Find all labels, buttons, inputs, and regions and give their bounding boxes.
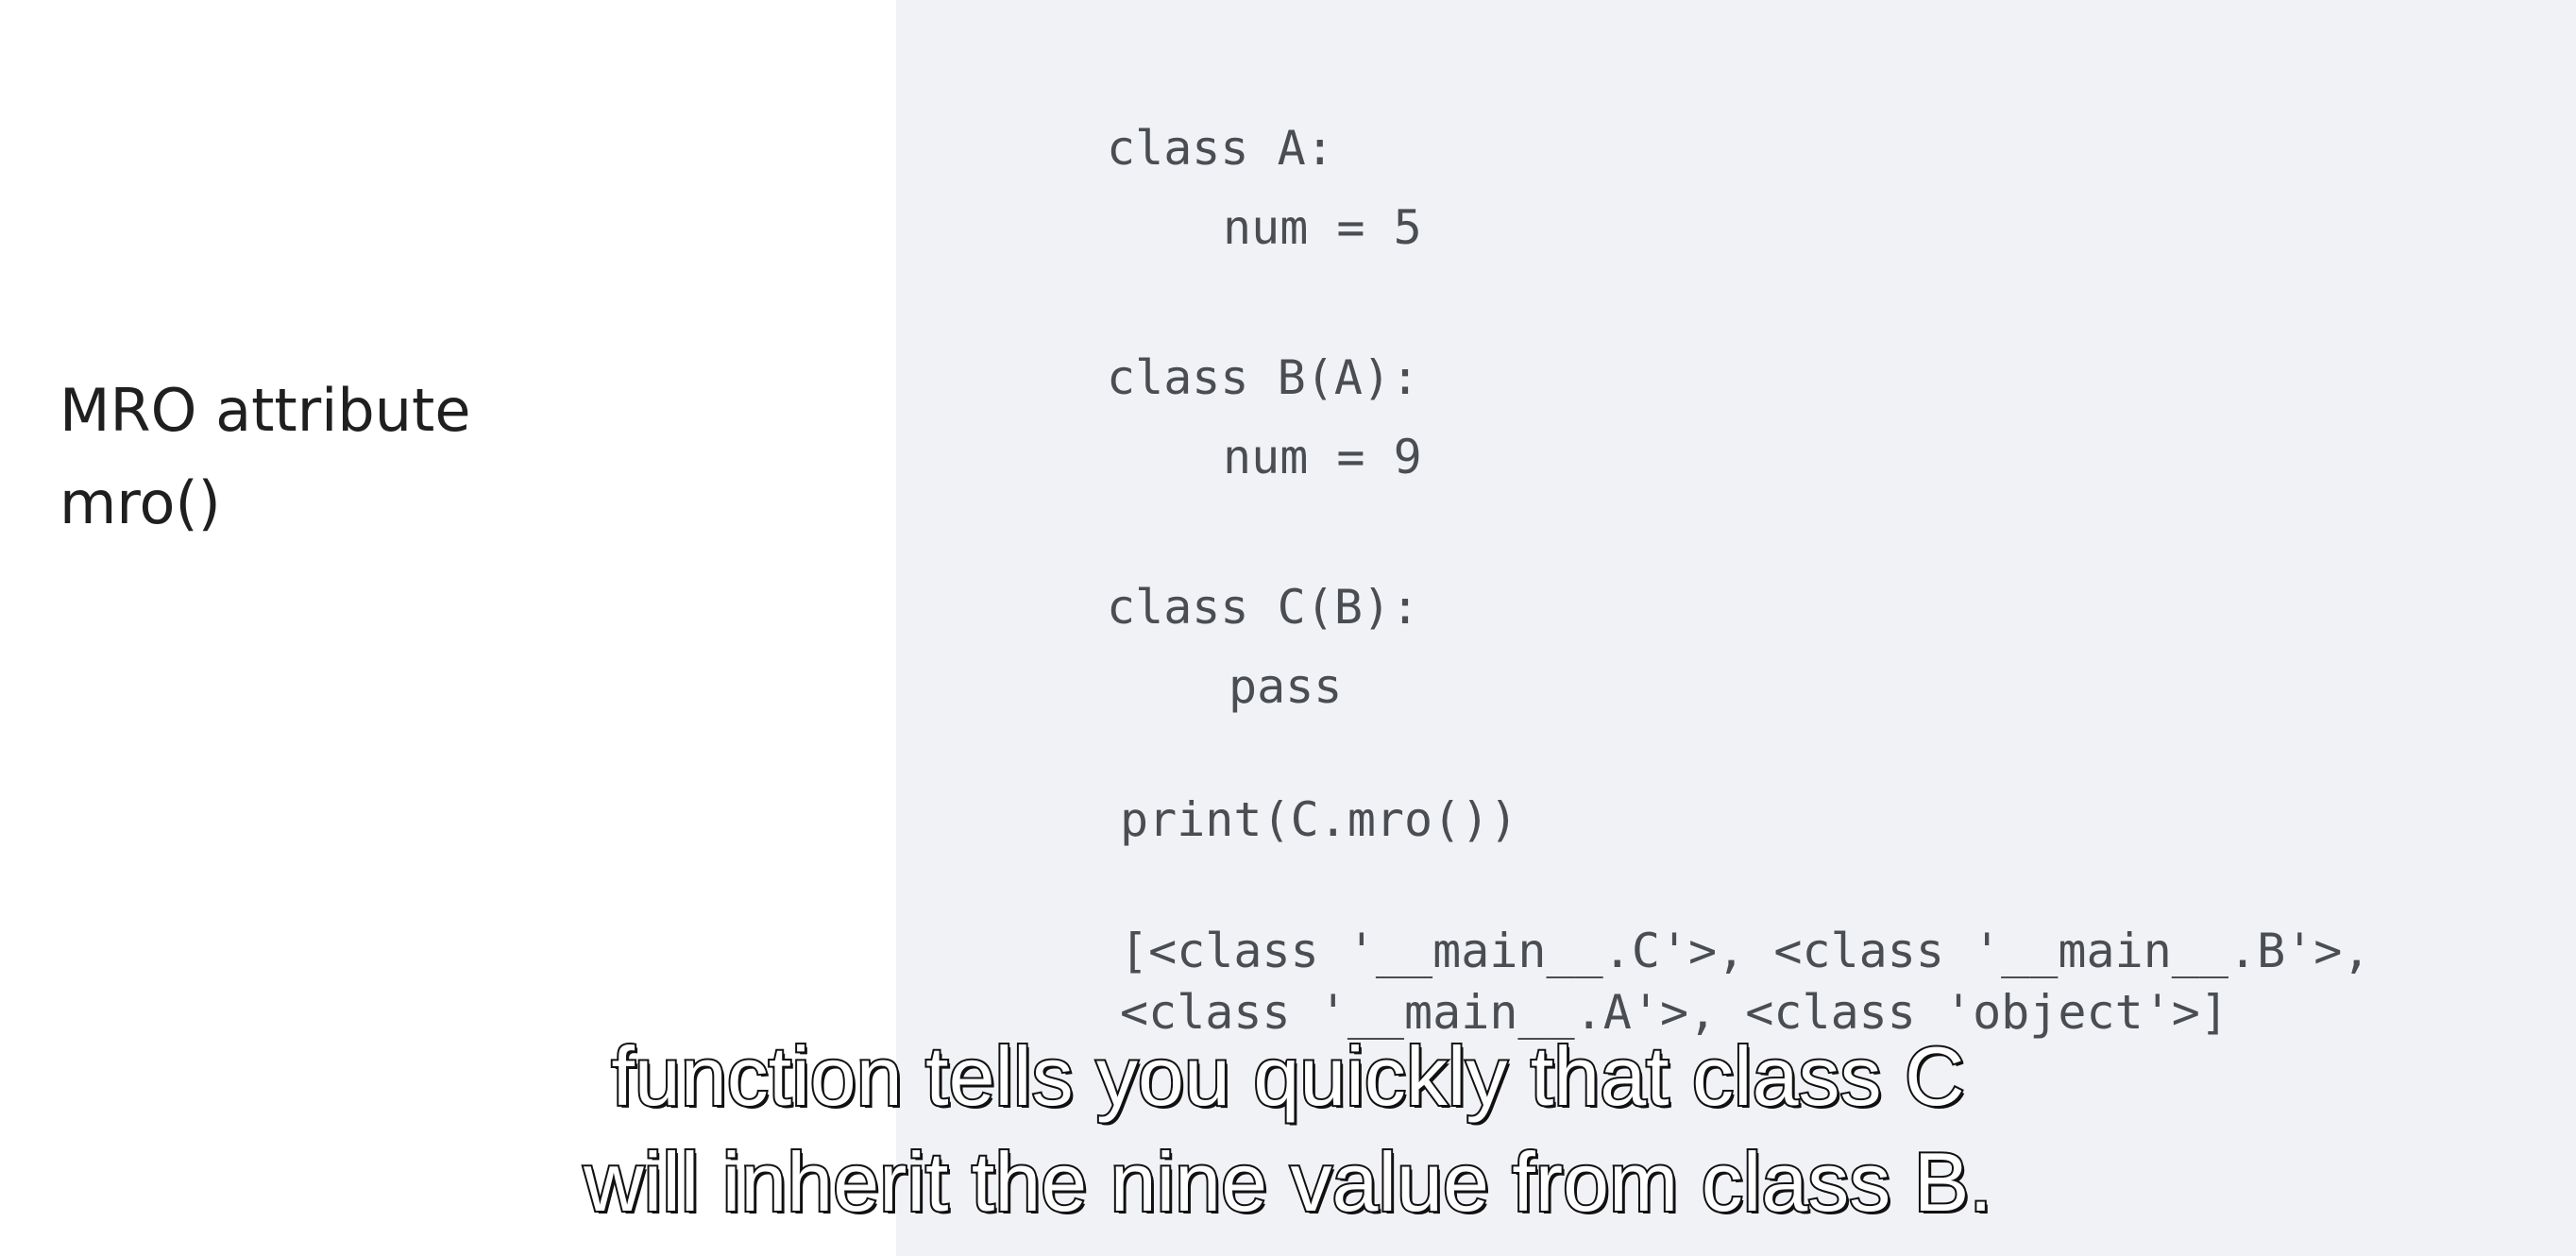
subtitle-line-1: function tells you quickly that class C bbox=[609, 1029, 1966, 1123]
code-line-pass: pass bbox=[1229, 659, 1343, 714]
subtitle-line-2: will inherit the nine value from class B… bbox=[582, 1135, 1994, 1229]
video-frame: MRO attribute mro() class A: num = 5 cla… bbox=[0, 0, 2576, 1256]
code-line-class-c: class C(B): bbox=[1107, 580, 1420, 635]
topic-mro-function: mro() bbox=[59, 468, 221, 537]
code-line-num-5: num = 5 bbox=[1223, 200, 1422, 255]
code-line-class-a: class A: bbox=[1107, 121, 1334, 176]
code-output-line-1: [<class '__main__.C'>, <class '__main__.… bbox=[1120, 924, 2371, 978]
code-line-class-b: class B(A): bbox=[1107, 350, 1420, 405]
topic-mro-attribute: MRO attribute bbox=[59, 376, 471, 445]
code-line-num-9: num = 9 bbox=[1223, 430, 1422, 484]
code-line-print: print(C.mro()) bbox=[1120, 792, 1518, 847]
